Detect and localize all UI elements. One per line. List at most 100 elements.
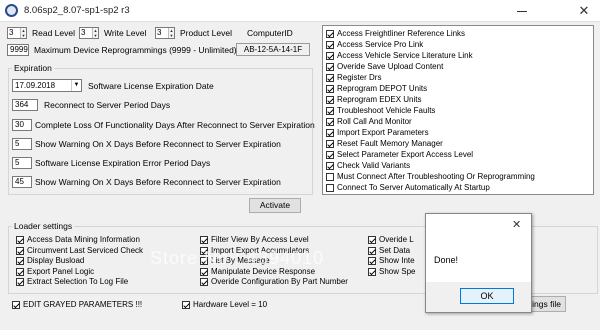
expiration-date-picker[interactable]: 17.09.2018 ▼: [12, 79, 82, 92]
spinner-arrows-icon[interactable]: ▲ ▼: [92, 28, 98, 38]
activate-button[interactable]: Activate: [249, 198, 301, 213]
loader-option-checkbox[interactable]: Overide L: [368, 235, 424, 245]
loader-option-label: Set Data: [379, 245, 411, 255]
write-level-value: 3: [81, 28, 86, 37]
feature-item-label: Check Valid Variants: [337, 161, 411, 170]
loader-option-label: Extract Selection To Log File: [27, 277, 129, 286]
product-level-spinner[interactable]: 3 ▲ ▼: [155, 27, 175, 39]
feature-item-label: Reprogram EDEX Units: [337, 95, 422, 104]
reconnect-period-field[interactable]: 364: [12, 99, 38, 111]
checkbox-icon: [368, 267, 376, 276]
title-bar: 8.06sp2_8.07-sp1-sp2 r3 ✕: [0, 0, 600, 22]
loader-option-label: Overide L: [379, 235, 414, 244]
loader-option-label: Filter View By Access Level: [211, 235, 309, 244]
checkbox-icon: [16, 246, 24, 255]
loader-option-checkbox[interactable]: Filter View By Access Level: [200, 235, 348, 245]
feature-item-checkbox[interactable]: Access Service Pro Link: [326, 40, 423, 50]
loader-option-label: Circumvent Last Serviced Check: [27, 245, 144, 255]
loader-option-label: Display Busload: [27, 256, 85, 265]
checkbox-icon: [16, 236, 24, 244]
checkbox-icon: [326, 107, 334, 115]
write-level-spinner[interactable]: 3 ▲ ▼: [79, 27, 99, 39]
loader-option-checkbox[interactable]: Set Data: [368, 246, 424, 256]
loss-functionality-field[interactable]: 30: [12, 119, 32, 131]
feature-item-checkbox[interactable]: Access Vehicle Service Literature Link: [326, 51, 473, 61]
checkbox-icon: [326, 151, 334, 159]
checkbox-icon: [200, 267, 208, 276]
edit-grayed-checkbox[interactable]: EDIT GRAYED PARAMETERS !!!: [12, 300, 142, 310]
feature-item-checkbox[interactable]: Connect To Server Automatically At Start…: [326, 183, 490, 193]
feature-item-label: Register Drs: [337, 73, 382, 82]
feature-item-checkbox[interactable]: Register Drs: [326, 73, 381, 83]
license-error-field[interactable]: 5: [12, 157, 32, 169]
warning-days-2-label: Show Warning On X Days Before Reconnect …: [35, 177, 281, 187]
feature-item-label: Reprogram DEPOT Units: [337, 84, 428, 93]
checkbox-icon: [326, 30, 334, 38]
ok-button[interactable]: OK: [460, 288, 514, 304]
loader-option-label: List By Message: [211, 256, 270, 265]
loader-option-label: Export Panel Logic: [27, 266, 95, 276]
loader-option-checkbox[interactable]: List By Message: [200, 256, 348, 266]
feature-item-checkbox[interactable]: Access Freightliner Reference Links: [326, 29, 465, 39]
feature-item-checkbox[interactable]: Troubleshoot Vehicle Faults: [326, 106, 435, 116]
feature-item-label: Connect To Server Automatically At Start…: [337, 183, 490, 192]
calendar-dropdown-icon[interactable]: ▼: [71, 80, 81, 91]
checkbox-icon: [368, 236, 376, 244]
checkbox-icon: [326, 85, 334, 93]
loader-option-checkbox[interactable]: Display Busload: [16, 256, 143, 266]
feature-item-label: Overide Save Upload Content: [337, 62, 444, 71]
max-repro-field[interactable]: 9999: [7, 44, 29, 56]
loader-option-checkbox[interactable]: Import Export Accumulators: [200, 246, 348, 256]
feature-item-checkbox[interactable]: Reprogram EDEX Units: [326, 95, 421, 105]
checkbox-icon: [16, 267, 24, 276]
feature-item-checkbox[interactable]: Must Connect After Troubleshooting Or Re…: [326, 172, 535, 182]
read-level-spinner[interactable]: 3 ▲ ▼: [7, 27, 27, 39]
feature-list[interactable]: Access Freightliner Reference Links Acces…: [322, 25, 594, 195]
spinner-arrows-icon[interactable]: ▲ ▼: [168, 28, 174, 38]
done-dialog: ✕ Done! OK: [425, 213, 532, 313]
checkbox-icon: [368, 246, 376, 255]
loader-option-checkbox[interactable]: Extract Selection To Log File: [16, 277, 143, 287]
loader-option-checkbox[interactable]: Access Data Mining Information: [16, 235, 143, 245]
loader-option-checkbox[interactable]: Show Spe: [368, 267, 424, 277]
close-icon[interactable]: ✕: [512, 218, 521, 231]
feature-item-checkbox[interactable]: Check Valid Variants: [326, 161, 410, 171]
read-level-value: 3: [9, 28, 14, 37]
checkbox-icon: [326, 184, 334, 192]
hardware-level-label: Hardware Level = 10: [193, 300, 268, 309]
loader-column-1: Access Data Mining Information Circumvent…: [16, 235, 143, 288]
read-level-label: Read Level: [32, 28, 76, 38]
feature-item-checkbox[interactable]: Import Export Parameters: [326, 128, 429, 138]
feature-item-label: Access Vehicle Service Literature Link: [337, 51, 473, 60]
product-level-label: Product Level: [180, 28, 232, 38]
checkbox-icon: [200, 278, 208, 286]
minimize-button[interactable]: [508, 2, 536, 20]
feature-item-checkbox[interactable]: Select Parameter Export Access Level: [326, 150, 473, 160]
expiration-date-label: Software License Expiration Date: [88, 81, 214, 91]
feature-item-label: Reset Fault Memory Manager: [337, 139, 443, 148]
checkbox-icon: [326, 129, 334, 137]
checkbox-icon: [200, 246, 208, 255]
feature-item-label: Select Parameter Export Access Level: [337, 150, 474, 159]
loader-option-checkbox[interactable]: Manipulate Device Response: [200, 267, 348, 277]
feature-item-checkbox[interactable]: Reset Fault Memory Manager: [326, 139, 443, 149]
warning-days-field[interactable]: 5: [12, 138, 32, 150]
warning-days-2-field[interactable]: 45: [12, 176, 32, 188]
feature-item-checkbox[interactable]: Roll Call And Monitor: [326, 117, 412, 127]
loader-option-checkbox[interactable]: Circumvent Last Serviced Check: [16, 246, 143, 256]
loader-option-checkbox[interactable]: Overide Configuration By Part Number: [200, 277, 348, 287]
feature-item-checkbox[interactable]: Overide Save Upload Content: [326, 62, 443, 72]
loader-option-label: Show Spe: [379, 266, 416, 276]
feature-item-checkbox[interactable]: Reprogram DEPOT Units: [326, 84, 427, 94]
write-level-label: Write Level: [104, 28, 147, 38]
computer-id-label: ComputerID: [247, 28, 293, 38]
checkbox-icon: [326, 74, 334, 82]
loader-option-label: Show Inte: [379, 256, 415, 265]
close-icon[interactable]: ✕: [570, 2, 598, 20]
loader-column-2: Filter View By Access Level Import Export…: [200, 235, 348, 288]
checkbox-icon: [326, 41, 334, 49]
loader-option-checkbox[interactable]: Export Panel Logic: [16, 267, 143, 277]
spinner-arrows-icon[interactable]: ▲ ▼: [20, 28, 26, 38]
hardware-level-checkbox[interactable]: Hardware Level = 10: [182, 300, 267, 310]
loader-option-checkbox[interactable]: Show Inte: [368, 256, 424, 266]
